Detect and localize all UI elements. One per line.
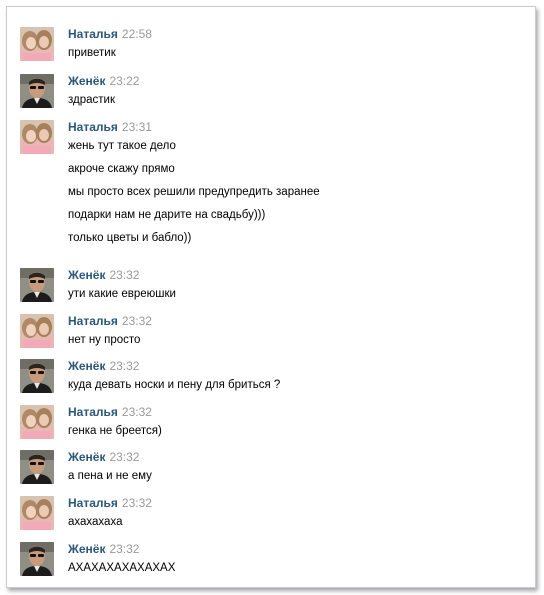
message-timestamp[interactable]: 23:32 <box>122 405 152 419</box>
natalya-avatar[interactable] <box>20 314 54 348</box>
author-name[interactable]: Женёк <box>68 542 105 556</box>
message-header: Женёк 23:32 <box>68 542 139 556</box>
author-name[interactable]: Наталья <box>68 405 118 419</box>
natalya-avatar[interactable] <box>20 120 54 154</box>
message-text: генка не бреется) <box>68 425 162 437</box>
message-text: ути какие евреюшки <box>68 288 176 300</box>
message-header: Наталья 23:32 <box>68 314 152 328</box>
natalya-avatar[interactable] <box>20 405 54 439</box>
message-header: Наталья 23:32 <box>68 496 152 510</box>
message-text: ахахахаха <box>68 516 123 528</box>
zhenek-avatar[interactable] <box>20 450 54 484</box>
message-header: Женёк 23:32 <box>68 268 139 282</box>
message-timestamp[interactable]: 23:31 <box>122 120 152 134</box>
author-name[interactable]: Женёк <box>68 450 105 464</box>
message-text: акроче скажу прямо <box>68 163 175 175</box>
message-text: подарки нам не дарите на свадьбу))) <box>68 209 266 221</box>
zhenek-avatar[interactable] <box>20 542 54 576</box>
natalya-avatar[interactable] <box>20 496 54 530</box>
message-header: Женёк 23:32 <box>68 450 139 464</box>
author-name[interactable]: Наталья <box>68 314 118 328</box>
message-text: нет ну просто <box>68 334 141 346</box>
message-timestamp[interactable]: 23:32 <box>109 542 139 556</box>
author-name[interactable]: Наталья <box>68 27 118 41</box>
zhenek-avatar[interactable] <box>20 268 54 302</box>
author-name[interactable]: Женёк <box>68 359 105 373</box>
message-header: Наталья 22:58 <box>68 27 152 41</box>
message-text: АХАХАХАХАХАХАХ <box>68 562 176 574</box>
message-text: а пена и не ему <box>68 470 152 482</box>
message-text: только цветы и бабло)) <box>68 232 192 244</box>
message-timestamp[interactable]: 23:32 <box>109 450 139 464</box>
message-timestamp[interactable]: 23:32 <box>122 314 152 328</box>
zhenek-avatar[interactable] <box>20 74 54 108</box>
message-text: здрастик <box>68 94 115 106</box>
chat-window: Наталья 22:58 приветик Женёк 23:22 здрастик На… <box>6 6 536 588</box>
message-text: куда девать носки и пену для бриться ? <box>68 379 281 391</box>
message-header: Наталья 23:31 <box>68 120 152 134</box>
message-timestamp[interactable]: 23:32 <box>109 268 139 282</box>
message-timestamp[interactable]: 23:22 <box>109 74 139 88</box>
message-timestamp[interactable]: 23:32 <box>109 359 139 373</box>
author-name[interactable]: Женёк <box>68 268 105 282</box>
author-name[interactable]: Наталья <box>68 496 118 510</box>
author-name[interactable]: Женёк <box>68 74 105 88</box>
zhenek-avatar[interactable] <box>20 359 54 393</box>
natalya-avatar[interactable] <box>20 27 54 61</box>
message-header: Женёк 23:32 <box>68 359 139 373</box>
message-text: приветик <box>68 47 116 59</box>
message-timestamp[interactable]: 22:58 <box>122 27 152 41</box>
message-timestamp[interactable]: 23:32 <box>122 496 152 510</box>
message-header: Наталья 23:32 <box>68 405 152 419</box>
message-header: Женёк 23:22 <box>68 74 139 88</box>
message-text: мы просто всех решили предупредить заран… <box>68 186 320 198</box>
message-history[interactable]: Наталья 22:58 приветик Женёк 23:22 здрастик На… <box>7 7 535 587</box>
author-name[interactable]: Наталья <box>68 120 118 134</box>
message-text: жень тут такое дело <box>68 140 176 152</box>
